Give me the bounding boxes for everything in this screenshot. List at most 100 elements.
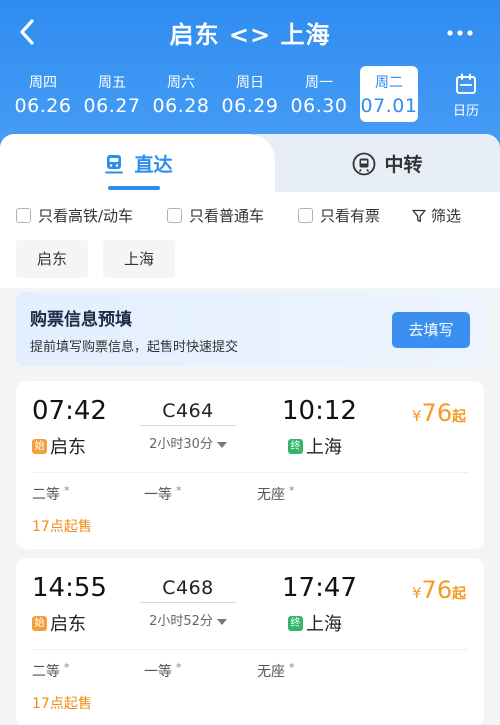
- prefill-banner: 购票信息预填 提前填写购票信息，起售时快速提交 去填写: [16, 292, 484, 366]
- price-unit: 起: [452, 409, 467, 425]
- checkbox-high-speed-only[interactable]: 只看高铁/动车: [16, 205, 133, 226]
- checkbox-normal-train-only[interactable]: 只看普通车: [167, 205, 264, 226]
- checkbox-box: [167, 208, 182, 223]
- seat-class-label: 二等: [32, 487, 60, 503]
- caret-down-icon: [216, 441, 227, 448]
- checkbox-label: 只看有票: [320, 207, 381, 225]
- prefill-description: 提前填写购票信息，起售时快速提交: [30, 340, 239, 355]
- funnel-icon: [412, 209, 426, 222]
- date-value: 06.28: [152, 95, 210, 117]
- nav-bar: 启东 <> 上海: [0, 0, 500, 66]
- train-icon: [105, 154, 124, 173]
- end-station-tag: 终: [288, 438, 303, 454]
- tab-direct[interactable]: 直达: [0, 134, 275, 192]
- arrival-station-name: 上海: [306, 437, 342, 458]
- tab-active-indicator: [108, 186, 160, 190]
- route-line: [140, 425, 236, 426]
- train-card[interactable]: 07:42 C464 2小时30分 10:12 ¥76起 始 启东 终 上海 二…: [16, 381, 484, 549]
- price: ¥76起: [412, 399, 466, 427]
- tab-transfer[interactable]: 中转: [255, 134, 500, 192]
- seat-class: 无座 *: [257, 661, 295, 681]
- checkbox-label: 只看普通车: [189, 207, 265, 225]
- filter-button[interactable]: 筛选: [412, 205, 461, 226]
- departure-station: 始 启东: [32, 610, 86, 636]
- checkbox-label: 只看高铁/动车: [38, 207, 134, 225]
- prefill-title: 购票信息预填: [30, 310, 132, 330]
- seat-class: 二等 *: [32, 484, 70, 504]
- seat-class-label: 一等: [144, 664, 172, 680]
- station-chips: 启东 上海: [0, 236, 500, 288]
- arrival-station: 终 上海: [288, 433, 342, 459]
- checkbox-box: [16, 208, 31, 223]
- date-item[interactable]: 周五 06.27: [81, 66, 143, 122]
- date-weekday: 周日: [236, 75, 264, 91]
- page-title: 启东 <> 上海: [169, 21, 331, 49]
- date-value: 06.27: [83, 95, 141, 117]
- arrival-station-name: 上海: [306, 614, 342, 635]
- seat-availability-mark: *: [64, 484, 70, 497]
- seat-class: 一等 *: [144, 661, 182, 681]
- seat-class-label: 一等: [144, 487, 172, 503]
- checkbox-available-only[interactable]: 只看有票: [298, 205, 380, 226]
- date-weekday: 周二: [375, 75, 403, 91]
- price-currency: ¥: [412, 584, 422, 602]
- tab-bar: 中转 直达: [0, 134, 500, 192]
- arrival-station: 终 上海: [288, 610, 342, 636]
- train-card[interactable]: 14:55 C468 2小时52分 17:47 ¥76起 始 启东 终 上海 二…: [16, 558, 484, 725]
- departure-station-name: 启东: [50, 437, 86, 458]
- seat-class: 无座 *: [257, 484, 295, 504]
- route-line: [140, 602, 236, 603]
- seat-availability-mark: *: [289, 484, 295, 497]
- train-number: C468: [162, 577, 214, 599]
- calendar-button[interactable]: 日历: [440, 66, 492, 122]
- date-weekday: 周四: [29, 75, 57, 91]
- station-chip-arrival[interactable]: 上海: [103, 240, 175, 278]
- filter-label: 筛选: [431, 207, 462, 225]
- date-value: 06.30: [290, 95, 348, 117]
- price: ¥76起: [412, 576, 466, 604]
- date-item[interactable]: 周日 06.29: [219, 66, 281, 122]
- date-item-selected[interactable]: 周二 07.01: [360, 66, 418, 122]
- duration-text: 2小时52分: [149, 614, 213, 629]
- more-dots-icon[interactable]: [440, 18, 480, 48]
- seat-class-label: 二等: [32, 664, 60, 680]
- seat-class: 二等 *: [32, 661, 70, 681]
- departure-time: 14:55: [32, 573, 107, 603]
- seat-class-label: 无座: [257, 487, 285, 503]
- date-value: 06.26: [14, 95, 72, 117]
- date-weekday: 周五: [98, 75, 126, 91]
- departure-station-name: 启东: [50, 614, 86, 635]
- date-item[interactable]: 周六 06.28: [150, 66, 212, 122]
- date-item[interactable]: 周一 06.30: [288, 66, 350, 122]
- seat-class-label: 无座: [257, 664, 285, 680]
- tab-transfer-label: 中转: [384, 154, 423, 176]
- seat-availability-mark: *: [64, 661, 70, 674]
- arrival-time: 17:47: [282, 573, 357, 603]
- date-item[interactable]: 周四 06.26: [12, 66, 74, 122]
- seat-class: 一等 *: [144, 484, 182, 504]
- price-value: 76: [421, 399, 453, 427]
- train-number: C464: [162, 400, 214, 422]
- checkbox-box: [298, 208, 313, 223]
- start-station-tag: 始: [32, 615, 47, 631]
- prefill-button[interactable]: 去填写: [392, 312, 470, 348]
- back-chevron-icon[interactable]: [10, 12, 46, 52]
- duration-toggle[interactable]: 2小时52分: [140, 610, 236, 629]
- date-value: 07.01: [360, 95, 418, 117]
- calendar-label: 日历: [452, 104, 479, 119]
- departure-station: 始 启东: [32, 433, 86, 459]
- seat-availability-mark: *: [176, 661, 182, 674]
- start-station-tag: 始: [32, 438, 47, 454]
- sale-start-time: 17点起售: [32, 519, 92, 535]
- calendar-icon: [456, 73, 476, 94]
- station-chip-departure[interactable]: 启东: [16, 240, 88, 278]
- duration-toggle[interactable]: 2小时30分: [140, 433, 236, 452]
- caret-down-icon: [216, 618, 227, 625]
- departure-time: 07:42: [32, 396, 107, 426]
- arrival-time: 10:12: [282, 396, 357, 426]
- divider: [32, 649, 468, 650]
- price-currency: ¥: [412, 407, 422, 425]
- seat-availability-mark: *: [176, 484, 182, 497]
- filter-bar: 只看高铁/动车 只看普通车 只看有票 筛选: [0, 192, 500, 236]
- duration-text: 2小时30分: [149, 437, 213, 452]
